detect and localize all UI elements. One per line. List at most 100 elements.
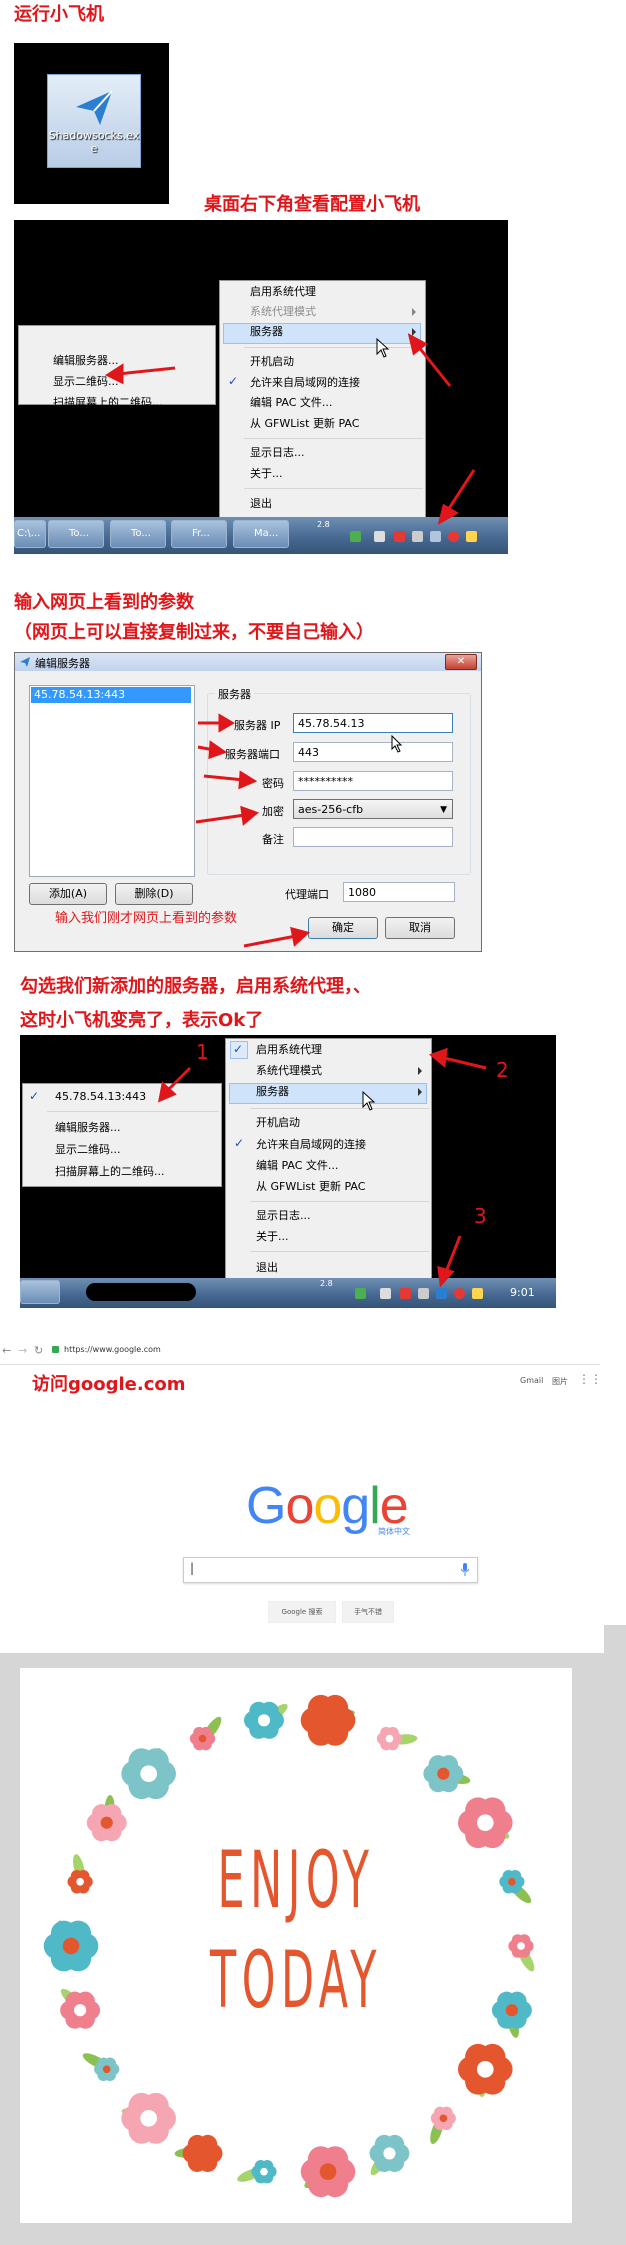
taskbar-button[interactable]: Ma... xyxy=(233,520,289,548)
encryption-select[interactable]: aes-256-cfb ▼ xyxy=(293,799,453,819)
remarks-input[interactable] xyxy=(293,827,453,847)
shadowsocks-desktop-icon[interactable]: Shadowsocks.exe xyxy=(47,74,141,168)
reload-icon[interactable]: ↻ xyxy=(34,1344,43,1357)
taskbar-button[interactable]: C:\... xyxy=(14,520,46,548)
ok-button[interactable]: 确定 xyxy=(308,917,378,939)
flower-center xyxy=(196,2147,209,2160)
taskbar-button[interactable] xyxy=(20,1280,60,1304)
menu-allow-lan[interactable]: 允许来自局域网的连接 xyxy=(250,374,360,392)
server-entry[interactable]: 45.78.54.13:443 xyxy=(55,1088,146,1106)
tray-signal-icon[interactable] xyxy=(466,531,477,542)
taskbar-button[interactable]: To... xyxy=(48,520,104,548)
menu-servers[interactable]: 服务器 xyxy=(256,1083,289,1101)
server-list[interactable]: 45.78.54.13:443 xyxy=(29,685,195,877)
server-list-item[interactable]: 45.78.54.13:443 xyxy=(31,687,191,703)
tray-app-icon[interactable] xyxy=(355,1288,366,1299)
menu-edit-pac[interactable]: 编辑 PAC 文件... xyxy=(250,394,332,412)
dialog-title: 编辑服务器 xyxy=(35,657,90,670)
logo-suffix: 简体中文 xyxy=(378,1527,410,1536)
step4-heading-line1: 勾选我们新添加的服务器，启用系统代理，、 xyxy=(20,976,371,997)
add-server-button[interactable]: 添加(A) xyxy=(29,883,107,905)
url-text[interactable]: https://www.google.com xyxy=(64,1345,161,1354)
proxy-port-input[interactable]: 1080 xyxy=(343,882,455,902)
menu-edit-pac[interactable]: 编辑 PAC 文件... xyxy=(256,1157,338,1175)
flower-center xyxy=(505,2004,518,2017)
menu-start-on-boot[interactable]: 开机启动 xyxy=(256,1114,300,1132)
tray-arrow-icon[interactable] xyxy=(374,531,385,542)
flower-center xyxy=(508,1877,516,1886)
poster-line1: ENJOY xyxy=(217,1836,375,1926)
tray-network-icon[interactable] xyxy=(412,531,423,542)
tray-app-icon[interactable] xyxy=(454,1288,465,1299)
taskbar-button[interactable]: To... xyxy=(110,520,166,548)
annotation-text: 输入我们刚才网页上看到的参数 xyxy=(55,911,238,926)
chevron-down-icon: ▼ xyxy=(440,805,447,815)
menu-proxy-mode[interactable]: 系统代理模式 xyxy=(256,1062,322,1080)
chevron-right-icon xyxy=(418,1067,422,1075)
menu-separator xyxy=(250,1201,429,1202)
flower-center xyxy=(140,1765,157,1783)
flower-center xyxy=(517,1942,525,1950)
submenu-edit-servers[interactable]: 编辑服务器... xyxy=(55,1119,121,1137)
microphone-icon[interactable] xyxy=(460,1563,470,1577)
delete-server-button[interactable]: 删除(D) xyxy=(115,883,193,905)
cancel-button[interactable]: 取消 xyxy=(385,917,455,939)
tray-arrow-icon[interactable] xyxy=(380,1288,391,1299)
forward-icon[interactable]: → xyxy=(18,1344,27,1357)
text-caret: | xyxy=(190,1561,195,1575)
server-ip-input[interactable]: 45.78.54.13 xyxy=(293,713,453,733)
tray-app-icon[interactable] xyxy=(448,531,459,542)
menu-about[interactable]: 关于... xyxy=(256,1228,289,1246)
menu-separator xyxy=(250,1108,429,1109)
password-input[interactable]: ********** xyxy=(293,771,453,791)
menu-show-logs[interactable]: 显示日志... xyxy=(250,444,305,462)
submenu-scan-qrcode[interactable]: 扫描屏幕上的二维码... xyxy=(55,1163,165,1181)
paper-plane-icon xyxy=(76,90,113,125)
images-link[interactable]: 图片 xyxy=(552,1376,568,1387)
tray-app-icon[interactable] xyxy=(394,531,405,542)
menu-allow-lan[interactable]: 允许来自局域网的连接 xyxy=(256,1136,366,1154)
tray-signal-icon[interactable] xyxy=(472,1288,483,1299)
menu-servers[interactable]: 服务器 xyxy=(250,323,283,341)
menu-proxy-mode[interactable]: 系统代理模式 xyxy=(250,303,316,321)
tray-context-menu: 启用系统代理 系统代理模式 服务器 开机启动 ✓ 允许来自局域网的连接 编辑 P… xyxy=(219,280,426,528)
flower-center xyxy=(62,1937,80,1955)
taskbar-button[interactable]: Fr... xyxy=(171,520,227,548)
logo-letter: o xyxy=(285,1477,314,1535)
tray-app-icon[interactable] xyxy=(350,531,361,542)
menu-about[interactable]: 关于... xyxy=(250,465,283,483)
icon-label: Shadowsocks.exe xyxy=(48,129,140,155)
tray-app-icon[interactable] xyxy=(400,1288,411,1299)
menu-start-on-boot[interactable]: 开机启动 xyxy=(250,353,294,371)
submenu-edit-servers[interactable]: 编辑服务器... xyxy=(53,352,119,370)
tray-context-menu: ✓ 启用系统代理 系统代理模式 服务器 开机启动 ✓ 允许来自局域网的连接 编辑… xyxy=(225,1038,432,1288)
step2-heading: 桌面右下角查看配置小飞机 xyxy=(204,194,420,215)
gmail-link[interactable]: Gmail xyxy=(520,1376,543,1385)
groupbox-title: 服务器 xyxy=(215,686,254,702)
submenu-show-qrcode[interactable]: 显示二维码... xyxy=(55,1141,121,1159)
shadowsocks-tray-icon[interactable] xyxy=(436,1288,447,1299)
shadowsocks-tray-icon[interactable] xyxy=(430,531,441,542)
google-search-input[interactable]: | xyxy=(183,1557,478,1583)
menu-quit[interactable]: 退出 xyxy=(256,1259,278,1277)
menu-update-pac[interactable]: 从 GFWList 更新 PAC xyxy=(256,1178,365,1196)
feeling-lucky-button[interactable]: 手气不错 xyxy=(342,1601,394,1623)
google-search-button[interactable]: Google 搜索 xyxy=(268,1601,336,1623)
marker-2: 2 xyxy=(496,1058,509,1082)
menu-quit[interactable]: 退出 xyxy=(250,495,272,513)
apps-grid-icon[interactable]: ⋮⋮ xyxy=(578,1373,602,1385)
menu-enable-system-proxy[interactable]: 启用系统代理 xyxy=(256,1041,322,1059)
menu-show-logs[interactable]: 显示日志... xyxy=(256,1207,311,1225)
menu-update-pac[interactable]: 从 GFWList 更新 PAC xyxy=(250,415,359,433)
flower-center xyxy=(319,1712,337,1729)
submenu-scan-qrcode[interactable]: 扫描屏幕上的二维码... xyxy=(53,394,163,412)
back-icon[interactable]: ← xyxy=(2,1344,11,1357)
server-port-input[interactable]: 443 xyxy=(293,742,453,762)
submenu-show-qrcode[interactable]: 显示二维码... xyxy=(53,373,119,391)
flower-center xyxy=(260,2167,268,2176)
menu-enable-system-proxy[interactable]: 启用系统代理 xyxy=(250,283,316,301)
tray-menu-screenshot-2: ✓ 45.78.54.13:443 编辑服务器... 显示二维码... 扫描屏幕… xyxy=(20,1035,556,1308)
remarks-label: 备注 xyxy=(262,833,284,846)
tray-network-icon[interactable] xyxy=(418,1288,429,1299)
close-button[interactable]: ✕ xyxy=(445,654,477,670)
